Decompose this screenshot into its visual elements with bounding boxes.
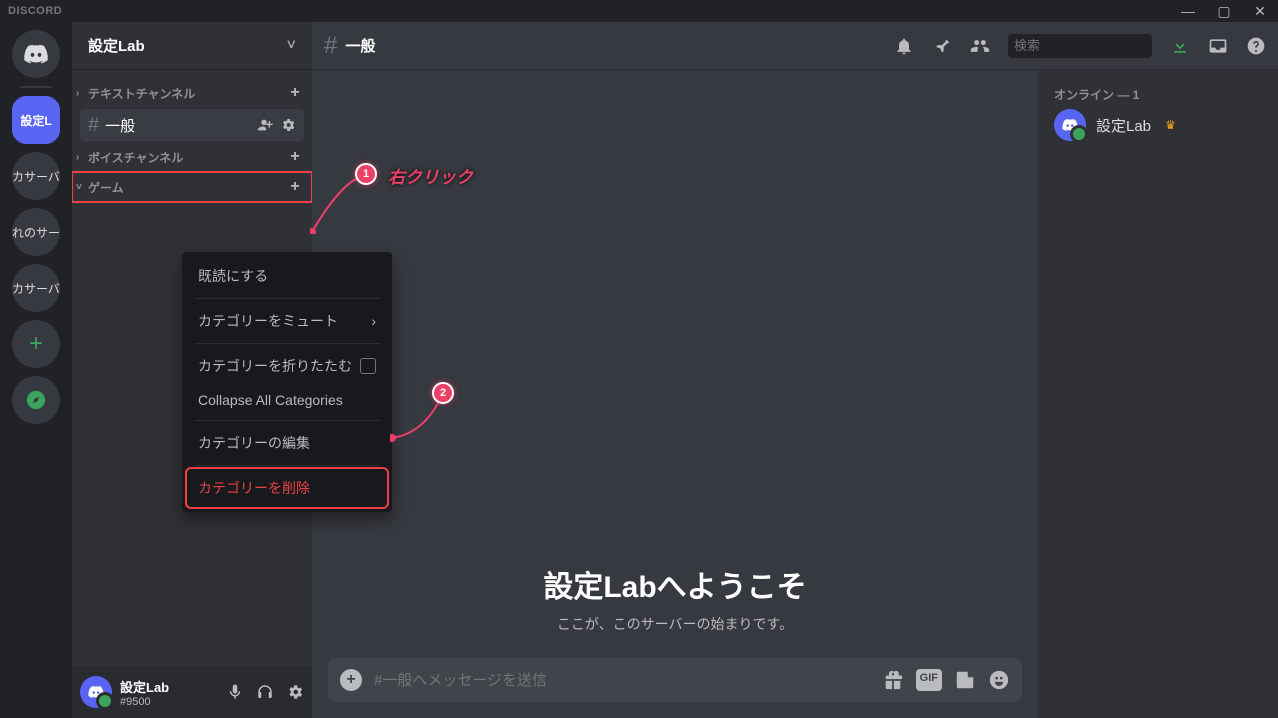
ctx-collapse-category[interactable]: カテゴリーを折りたたむ [188, 348, 386, 384]
attach-button[interactable]: + [340, 669, 362, 691]
chevron-right-icon: › [76, 152, 88, 163]
member-list: オンライン — 1 設定Lab ♛ [1038, 70, 1278, 718]
titlebar: DISCORD — ▢ ✕ [0, 0, 1278, 22]
gif-icon[interactable]: GIF [916, 669, 942, 691]
composer-icons: GIF [882, 669, 1010, 691]
user-panel: 設定Lab #9500 [72, 666, 312, 718]
separator [194, 465, 380, 466]
gear-icon[interactable] [286, 683, 304, 701]
ctx-mute-category[interactable]: カテゴリーをミュート› [188, 303, 386, 339]
inbox-icon[interactable] [1208, 36, 1228, 56]
content-row: 設定Labへようこそ ここが、このサーバーの始まりです。 + GIF オンライン… [312, 70, 1278, 718]
bell-icon[interactable] [894, 36, 914, 56]
explore-servers-button[interactable] [12, 376, 60, 424]
category-game[interactable]: ˅ ゲーム + [72, 172, 312, 202]
welcome-title: 設定Labへようこそ [543, 562, 806, 606]
mic-icon[interactable] [226, 683, 244, 701]
messages: 設定Labへようこそ ここが、このサーバーの始まりです。 [312, 70, 1038, 658]
header-toolbar [894, 34, 1266, 58]
chat-header: # 一般 [312, 22, 1278, 70]
member-avatar [1054, 109, 1086, 141]
server-item[interactable]: カサーバ [12, 264, 60, 312]
channel-name: 一般 [345, 35, 375, 56]
separator [194, 420, 380, 421]
user-controls [226, 683, 304, 701]
compass-icon [25, 389, 47, 411]
add-channel-icon[interactable]: + [286, 84, 304, 102]
add-channel-icon[interactable]: + [286, 148, 304, 166]
hash-icon: # [324, 32, 337, 60]
message-input[interactable] [374, 672, 870, 689]
member-category: オンライン — 1 [1046, 86, 1270, 103]
help-icon[interactable] [1246, 36, 1266, 56]
ctx-edit-category[interactable]: カテゴリーの編集 [188, 425, 386, 461]
gift-icon[interactable] [882, 669, 904, 691]
ctx-mark-read[interactable]: 既読にする [188, 258, 386, 294]
search-box[interactable] [1008, 34, 1152, 58]
server-name: 設定Lab [88, 35, 287, 56]
server-item[interactable]: カサーバ [12, 152, 60, 200]
welcome-subtitle: ここが、このサーバーの始まりです。 [557, 614, 793, 634]
headphones-icon[interactable] [256, 683, 274, 701]
separator [194, 343, 380, 344]
discord-logo-icon [87, 683, 105, 701]
chevron-down-icon: ˅ [287, 37, 296, 55]
server-item-selected[interactable]: 設定L [12, 96, 60, 144]
download-icon[interactable] [1170, 36, 1190, 56]
message-composer[interactable]: + GIF [328, 658, 1022, 702]
crown-icon: ♛ [1165, 118, 1176, 132]
hash-icon: # [88, 114, 99, 137]
chevron-right-icon: › [76, 88, 88, 99]
discord-logo-icon [1061, 116, 1079, 134]
server-header[interactable]: 設定Lab ˅ [72, 22, 312, 70]
pin-icon[interactable] [932, 36, 952, 56]
gear-icon[interactable] [280, 117, 296, 133]
server-item[interactable]: れのサー [12, 208, 60, 256]
create-invite-icon[interactable] [258, 117, 274, 133]
server-divider [20, 86, 52, 88]
minimize-button[interactable]: — [1178, 3, 1198, 20]
add-server-button[interactable]: + [12, 320, 60, 368]
discord-wordmark: DISCORD [8, 5, 62, 17]
home-button[interactable] [12, 30, 60, 78]
main-content: # 一般 設定Labへようこそ ここが、このサーバーの始まりです。 [312, 22, 1278, 718]
close-button[interactable]: ✕ [1250, 3, 1270, 20]
ctx-delete-category[interactable]: カテゴリーを削除 [188, 470, 386, 506]
chevron-down-icon: ˅ [76, 182, 88, 193]
checkbox-icon [360, 358, 376, 374]
category-text-channels[interactable]: › テキストチャンネル + [72, 78, 312, 108]
separator [194, 298, 380, 299]
server-list: 設定L カサーバ れのサー カサーバ + [0, 22, 72, 718]
add-channel-icon[interactable]: + [286, 178, 304, 196]
window-buttons: — ▢ ✕ [1178, 3, 1270, 20]
maximize-button[interactable]: ▢ [1214, 3, 1234, 20]
context-menu: 既読にする カテゴリーをミュート› カテゴリーを折りたたむ Collapse A… [182, 252, 392, 512]
category-voice-channels[interactable]: › ボイスチャンネル + [72, 142, 312, 172]
emoji-icon[interactable] [988, 669, 1010, 691]
sticker-icon[interactable] [954, 669, 976, 691]
members-icon[interactable] [970, 36, 990, 56]
member-name: 設定Lab [1096, 115, 1151, 136]
chat-area: 設定Labへようこそ ここが、このサーバーの始まりです。 + GIF [312, 70, 1038, 718]
user-info: 設定Lab #9500 [120, 677, 226, 708]
member-item[interactable]: 設定Lab ♛ [1046, 103, 1270, 147]
user-avatar[interactable] [80, 676, 112, 708]
channel-general[interactable]: # 一般 [80, 109, 304, 141]
search-input[interactable] [1014, 38, 1190, 53]
ctx-collapse-all[interactable]: Collapse All Categories [188, 384, 386, 416]
chevron-right-icon: › [371, 313, 376, 329]
discord-logo-icon [22, 40, 50, 68]
